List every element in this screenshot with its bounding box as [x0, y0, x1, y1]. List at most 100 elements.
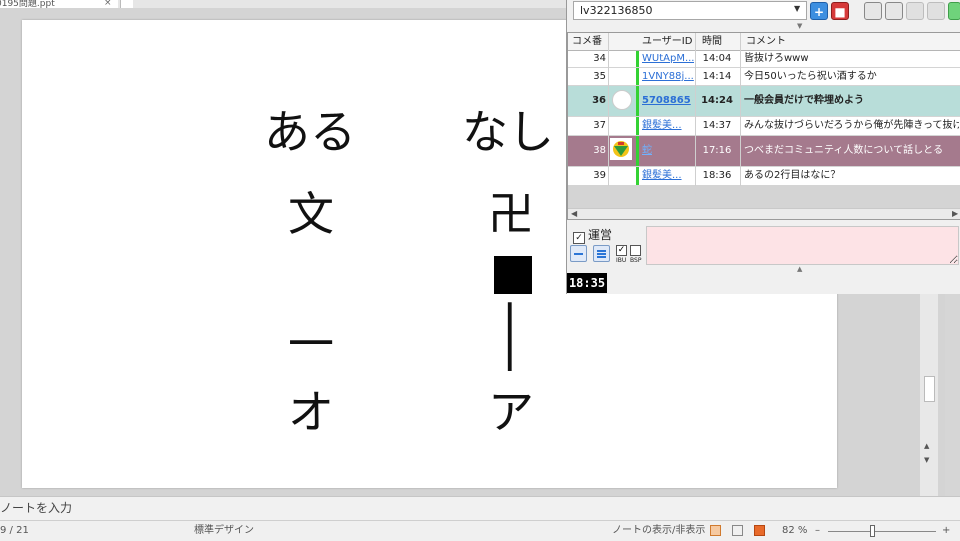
image-icon[interactable]	[885, 2, 903, 20]
unei-checkbox[interactable]: ✓ 運営	[573, 226, 612, 244]
disconnect-button[interactable]: ■	[831, 2, 849, 20]
slide-text-ichi: 一	[288, 317, 334, 371]
document-tab[interactable]: 0195問題.ppt ×	[0, 0, 118, 8]
new-tab-button[interactable]	[120, 0, 133, 8]
row-comment: 皆抜けろwww	[744, 53, 809, 64]
toolbar-disabled-icon	[906, 2, 924, 20]
zoom-slider-thumb[interactable]	[870, 525, 875, 537]
row-user-link[interactable]: 蛇	[642, 136, 694, 166]
line-icon	[597, 256, 606, 258]
row-user-link[interactable]: 1VNY88j...	[642, 68, 694, 85]
table-row[interactable]: 36 5708865 14:24 一般会員だけで粋埋めよう	[568, 86, 960, 117]
comment-viewer-window: lv322136850 ▼ + ■ ▼ コメ番 ユーザーID 時間 コメント 3…	[566, 0, 960, 294]
slide-sorter-icon[interactable]	[732, 525, 743, 536]
zoom-slider-track[interactable]	[828, 531, 936, 532]
line-icon	[597, 250, 606, 252]
green-toggle-icon[interactable]	[948, 2, 960, 20]
slide-text-bar: |	[502, 290, 518, 372]
unei-label: 運営	[588, 228, 613, 242]
notes-placeholder: ノートを入力	[0, 501, 73, 515]
toolbar-disabled-icon-2	[927, 2, 945, 20]
stop-icon: ■	[834, 5, 846, 19]
bsp-checkbox[interactable]	[630, 245, 641, 256]
slide-text-o: オ	[288, 385, 334, 439]
slideshow-icon[interactable]	[754, 525, 765, 536]
row-time: 14:24	[701, 95, 733, 106]
line-icon	[597, 253, 606, 255]
table-row[interactable]: 39 銀髪美... 18:36 あるの2行目はなに？	[568, 167, 960, 186]
flag-avatar-icon	[610, 138, 632, 160]
toolbar-collapse-icon[interactable]: ▼	[797, 22, 802, 30]
row-comment: つべまだコミュニティ人数について話しとる	[744, 145, 944, 156]
panel-collapse-icon[interactable]: ▲	[797, 265, 802, 273]
speaker-icon[interactable]	[864, 2, 882, 20]
design-name: 標準デザイン	[194, 525, 254, 536]
grid-horizontal-scrollbar[interactable]: ◀ ▶	[568, 208, 960, 219]
scroll-prev-icon[interactable]: ▲	[924, 442, 929, 450]
table-row[interactable]: 38 蛇 17:16 つべまだコミュニティ人数について話しとる	[568, 136, 960, 167]
header-comment[interactable]: コメント	[746, 33, 786, 50]
zoom-level[interactable]: 82 %	[782, 521, 807, 541]
live-id-combobox[interactable]: lv322136850	[573, 1, 807, 20]
row-user-link[interactable]: 銀髪美...	[642, 117, 694, 135]
header-time[interactable]: 時間	[702, 33, 722, 50]
scroll-next-icon[interactable]: ▼	[924, 456, 929, 464]
header-user-id[interactable]: ユーザーID	[642, 33, 692, 50]
combobox-dropdown-icon[interactable]: ▼	[794, 4, 800, 13]
scroll-right-icon[interactable]: ▶	[952, 209, 958, 218]
row-number: 39	[593, 170, 606, 181]
comment-input[interactable]	[646, 226, 959, 265]
slide-text-a: ア	[488, 385, 534, 439]
scroll-left-icon[interactable]: ◀	[571, 209, 577, 218]
checkbox-mark: ✓	[573, 232, 585, 244]
row-user-link[interactable]: 5708865	[642, 86, 694, 116]
row-comment: みんな抜けづらいだろうから俺が先陣きって抜けるわ	[744, 120, 959, 131]
table-row[interactable]: 37 銀髪美... 14:37 みんな抜けづらいだろうから俺が先陣きって抜けるわ	[568, 117, 960, 136]
row-user-link[interactable]: 銀髪美...	[642, 167, 694, 185]
column-divider	[695, 33, 696, 186]
normal-view-icon[interactable]	[710, 525, 721, 536]
slide-text-nashi: なし	[462, 105, 554, 159]
zoom-in-button[interactable]: +	[942, 521, 950, 541]
clock-display: 18:35	[567, 273, 607, 293]
grid-empty-area	[568, 186, 960, 208]
row-accent-bar	[636, 68, 639, 85]
notes-toggle-label: ノートの表示/非表示	[612, 525, 706, 536]
connect-button[interactable]: +	[810, 2, 828, 20]
comment-grid[interactable]: コメ番 ユーザーID 時間 コメント 34 WUtApM... 14:04 皆抜…	[567, 32, 960, 220]
notes-toggle-button[interactable]: ノートの表示/非表示	[598, 521, 705, 541]
row-accent-bar	[636, 167, 639, 185]
ibu-checkbox[interactable]: ✓	[616, 245, 627, 256]
row-user-link[interactable]: WUtApM...	[642, 51, 694, 67]
scrollbar-thumb[interactable]	[924, 376, 935, 402]
table-row[interactable]: 35 1VNY88j... 14:14 今日50いったら祝い酒するか	[568, 68, 960, 86]
zoom-out-button[interactable]: –	[815, 521, 820, 541]
row-number: 35	[593, 71, 606, 82]
row-number: 34	[593, 53, 606, 64]
header-comment-number[interactable]: コメ番	[572, 33, 602, 50]
notes-pane[interactable]: ノートを入力	[0, 496, 960, 521]
column-divider	[608, 33, 609, 186]
viewer-toolbar: lv322136850 ▼ + ■	[567, 0, 960, 22]
row-time: 14:14	[702, 71, 732, 82]
row-accent-bar	[636, 51, 639, 67]
plus-icon: +	[813, 5, 825, 19]
slide-text-bun: 文	[288, 187, 334, 241]
bsp-label: BSP	[630, 257, 642, 264]
tab-close-icon[interactable]: ×	[104, 0, 112, 8]
table-row[interactable]: 34 WUtApM... 14:04 皆抜けろwww	[568, 51, 960, 68]
document-tab-title: 0195問題.ppt	[0, 0, 55, 8]
row-accent-bar	[636, 117, 639, 135]
line-icon	[574, 253, 583, 255]
multi-line-mode-button[interactable]	[593, 245, 610, 262]
single-line-mode-button[interactable]	[570, 245, 587, 262]
row-number: 38	[593, 145, 606, 156]
row-time: 18:36	[702, 170, 732, 181]
row-time: 14:37	[702, 120, 732, 131]
row-number: 36	[592, 95, 606, 106]
slide-counter: 9 / 21	[0, 525, 29, 536]
row-comment: 今日50いったら祝い酒するか	[744, 71, 877, 82]
avatar	[612, 90, 632, 110]
live-id-value: lv322136850	[580, 4, 653, 17]
row-comment: 一般会員だけで粋埋めよう	[744, 95, 864, 106]
